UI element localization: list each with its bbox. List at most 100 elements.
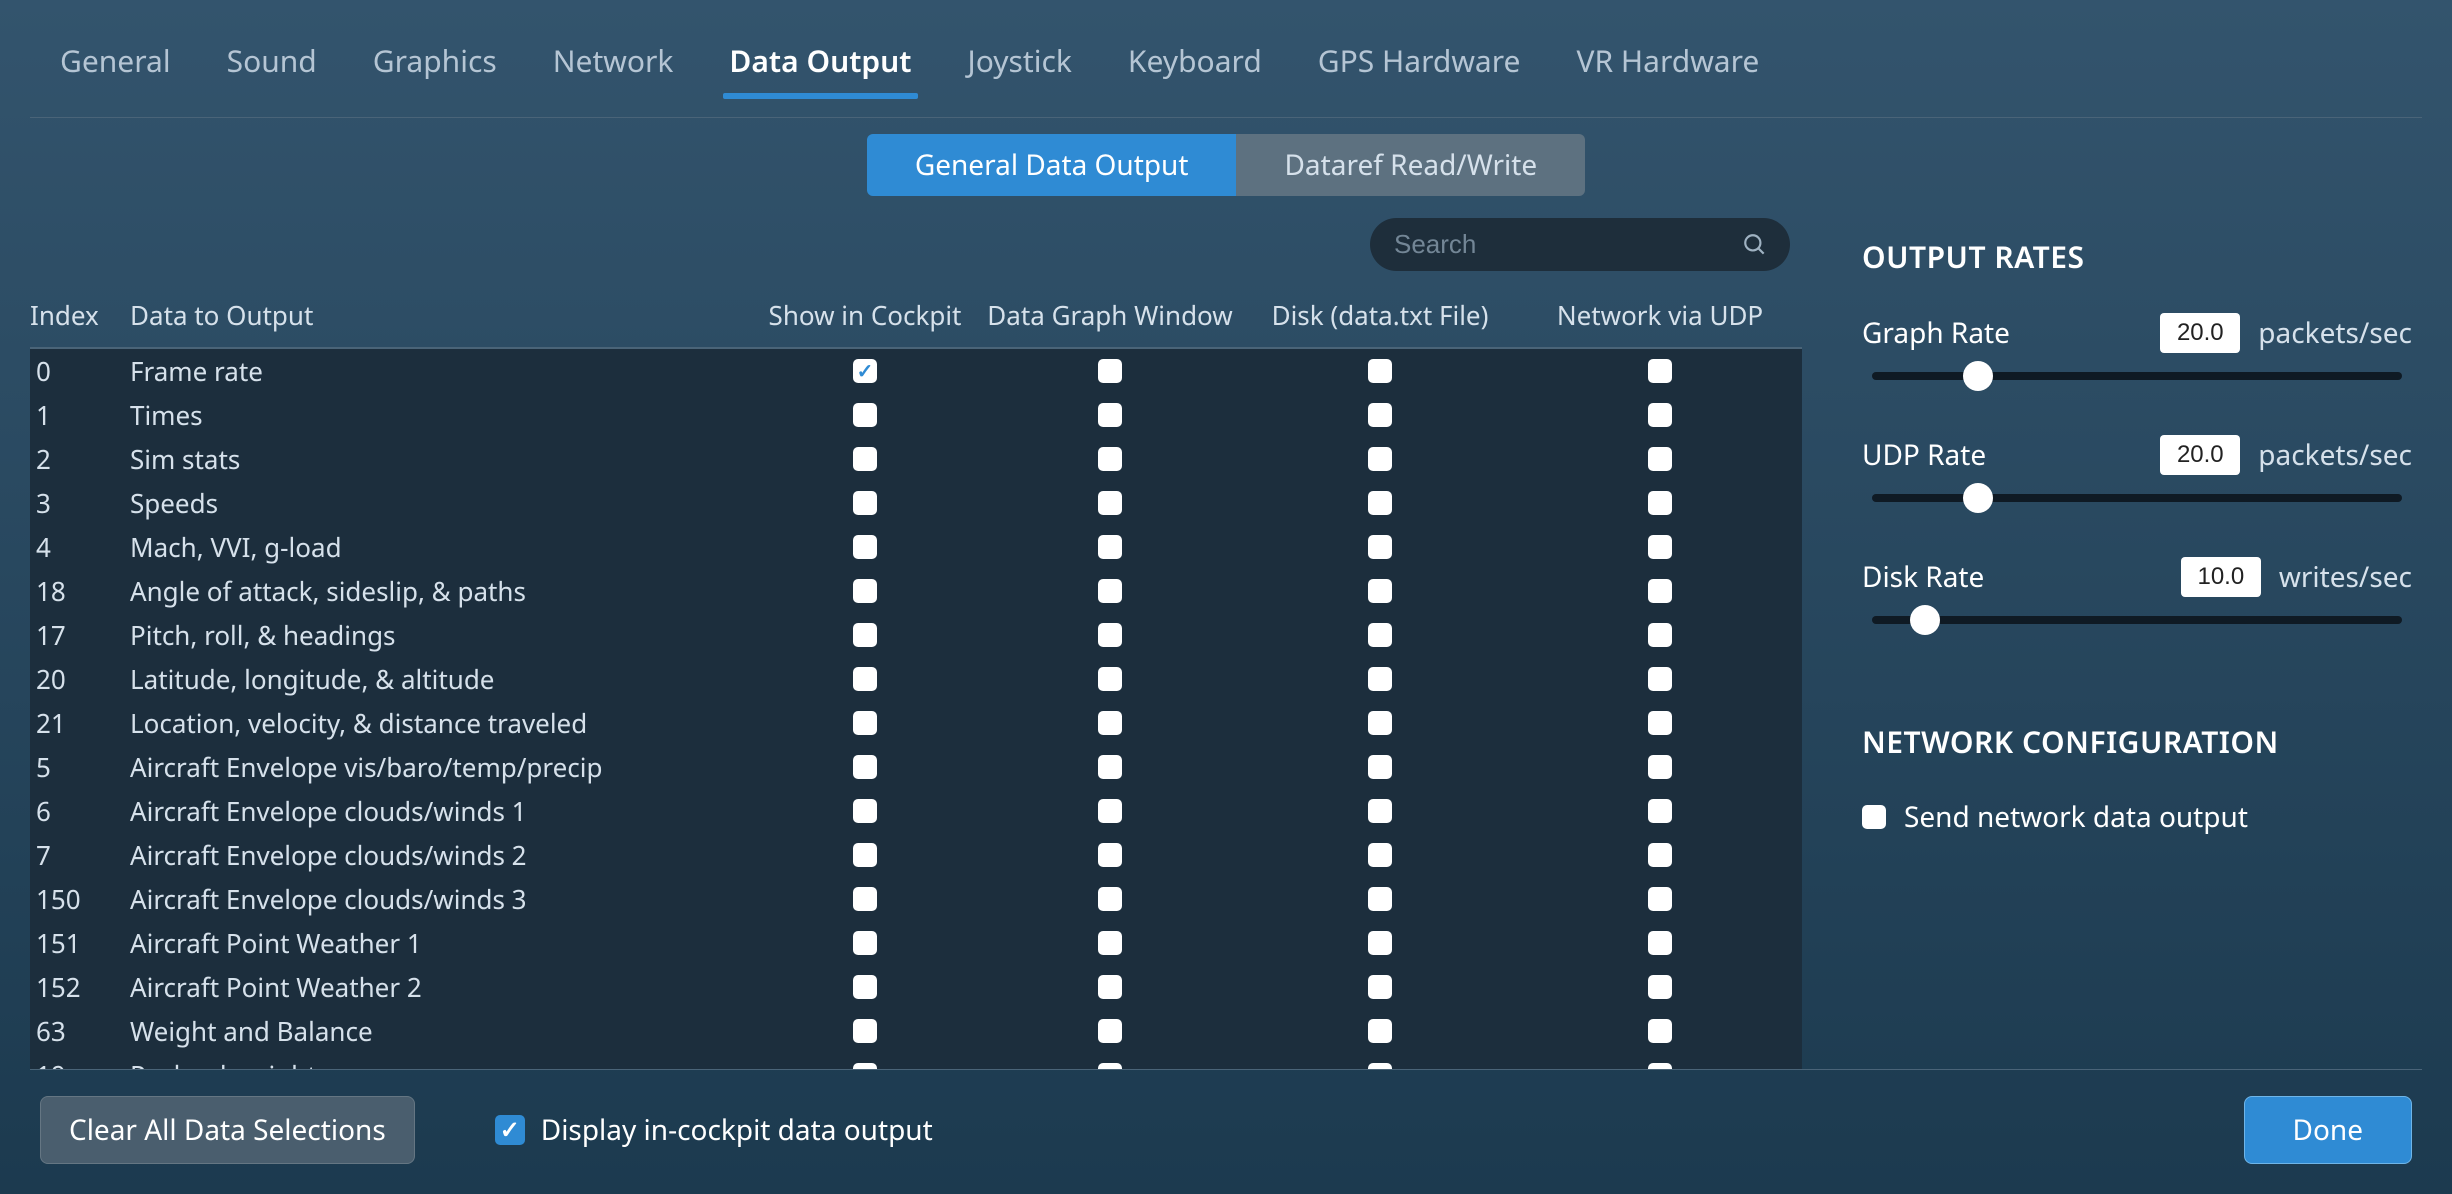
checkbox-cockpit[interactable]	[853, 535, 877, 559]
checkbox-graph[interactable]	[1098, 711, 1122, 735]
checkbox-disk[interactable]	[1368, 491, 1392, 515]
tab-keyboard[interactable]: Keyboard	[1128, 40, 1262, 97]
checkbox-disk[interactable]	[1368, 403, 1392, 427]
graph-rate-input[interactable]	[2160, 313, 2240, 353]
search-input[interactable]	[1392, 228, 1742, 261]
tab-graphics[interactable]: Graphics	[373, 40, 497, 97]
tab-sound[interactable]: Sound	[227, 40, 317, 97]
send-network-data-checkbox[interactable]: Send network data output	[1862, 798, 2412, 836]
checkbox-disk[interactable]	[1368, 755, 1392, 779]
checkbox-graph[interactable]	[1098, 535, 1122, 559]
checkbox-graph[interactable]	[1098, 1063, 1122, 1069]
tab-joystick[interactable]: Joystick	[968, 40, 1072, 97]
checkbox-cockpit[interactable]	[853, 1019, 877, 1043]
checkbox-udp[interactable]	[1648, 447, 1672, 471]
checkbox-graph[interactable]	[1098, 1019, 1122, 1043]
tab-general[interactable]: General	[60, 40, 171, 97]
checkbox-graph[interactable]	[1098, 403, 1122, 427]
disk-rate-input[interactable]	[2181, 557, 2261, 597]
checkbox-cockpit[interactable]	[853, 755, 877, 779]
checkbox-udp[interactable]	[1648, 887, 1672, 911]
output-rates-heading: OUTPUT RATES	[1862, 236, 2412, 277]
checkbox-cockpit[interactable]	[853, 403, 877, 427]
checkbox-cockpit[interactable]	[853, 887, 877, 911]
checkbox-cockpit[interactable]	[853, 667, 877, 691]
checkbox-disk[interactable]	[1368, 667, 1392, 691]
checkbox-udp[interactable]	[1648, 1019, 1672, 1043]
checkbox-graph[interactable]	[1098, 623, 1122, 647]
checkbox-udp[interactable]	[1648, 359, 1672, 383]
checkbox-cockpit[interactable]	[853, 579, 877, 603]
checkbox-cockpit[interactable]	[853, 975, 877, 999]
checkbox-disk[interactable]	[1368, 1063, 1392, 1069]
slider-thumb[interactable]	[1963, 483, 1993, 513]
checkbox-disk[interactable]	[1368, 1019, 1392, 1043]
tab-network[interactable]: Network	[553, 40, 674, 97]
checkbox-disk[interactable]	[1368, 843, 1392, 867]
checkbox-udp[interactable]	[1648, 711, 1672, 735]
checkbox-disk[interactable]	[1368, 799, 1392, 823]
checkbox-disk[interactable]	[1368, 931, 1392, 955]
graph-rate-slider[interactable]	[1872, 365, 2402, 387]
slider-thumb[interactable]	[1910, 605, 1940, 635]
subtab-dataref-read-write[interactable]: Dataref Read/Write	[1236, 134, 1585, 196]
checkbox-graph[interactable]	[1098, 975, 1122, 999]
row-index: 7	[30, 837, 130, 873]
checkbox-cockpit[interactable]	[853, 491, 877, 515]
checkbox-graph[interactable]	[1098, 755, 1122, 779]
tab-gps-hardware[interactable]: GPS Hardware	[1318, 40, 1521, 97]
checkbox-icon[interactable]	[495, 1115, 525, 1145]
checkbox-graph[interactable]	[1098, 799, 1122, 823]
checkbox-udp[interactable]	[1648, 1063, 1672, 1069]
checkbox-udp[interactable]	[1648, 491, 1672, 515]
checkbox-graph[interactable]	[1098, 579, 1122, 603]
checkbox-disk[interactable]	[1368, 975, 1392, 999]
checkbox-graph[interactable]	[1098, 359, 1122, 383]
display-cockpit-checkbox[interactable]: Display in-cockpit data output	[495, 1111, 933, 1149]
checkbox-udp[interactable]	[1648, 623, 1672, 647]
checkbox-icon[interactable]	[1862, 805, 1886, 829]
udp-rate-slider[interactable]	[1872, 487, 2402, 509]
checkbox-disk[interactable]	[1368, 359, 1392, 383]
checkbox-cockpit[interactable]	[853, 711, 877, 735]
clear-all-button[interactable]: Clear All Data Selections	[40, 1096, 415, 1164]
tab-vr-hardware[interactable]: VR Hardware	[1576, 40, 1759, 97]
checkbox-cockpit[interactable]	[853, 843, 877, 867]
checkbox-graph[interactable]	[1098, 931, 1122, 955]
checkbox-graph[interactable]	[1098, 667, 1122, 691]
slider-thumb[interactable]	[1963, 361, 1993, 391]
checkbox-cockpit[interactable]	[853, 359, 877, 383]
disk-rate-slider[interactable]	[1872, 609, 2402, 631]
checkbox-udp[interactable]	[1648, 975, 1672, 999]
udp-rate-input[interactable]	[2160, 435, 2240, 475]
tab-data-output[interactable]: Data Output	[729, 40, 911, 97]
checkbox-cockpit[interactable]	[853, 799, 877, 823]
checkbox-udp[interactable]	[1648, 535, 1672, 559]
checkbox-cockpit[interactable]	[853, 931, 877, 955]
checkbox-disk[interactable]	[1368, 535, 1392, 559]
checkbox-udp[interactable]	[1648, 931, 1672, 955]
checkbox-graph[interactable]	[1098, 843, 1122, 867]
checkbox-disk[interactable]	[1368, 711, 1392, 735]
checkbox-graph[interactable]	[1098, 887, 1122, 911]
checkbox-udp[interactable]	[1648, 755, 1672, 779]
checkbox-disk[interactable]	[1368, 579, 1392, 603]
checkbox-graph[interactable]	[1098, 491, 1122, 515]
checkbox-udp[interactable]	[1648, 403, 1672, 427]
search-box[interactable]	[1370, 218, 1790, 271]
checkbox-udp[interactable]	[1648, 579, 1672, 603]
table-body[interactable]: 0Frame rate1Times2Sim stats3Speeds4Mach,…	[30, 349, 1802, 1069]
subtab-general-data-output[interactable]: General Data Output	[867, 134, 1237, 196]
checkbox-disk[interactable]	[1368, 623, 1392, 647]
done-button[interactable]: Done	[2244, 1096, 2412, 1164]
checkbox-cockpit[interactable]	[853, 623, 877, 647]
checkbox-disk[interactable]	[1368, 447, 1392, 471]
cell-cockpit	[750, 447, 980, 471]
checkbox-cockpit[interactable]	[853, 447, 877, 471]
checkbox-cockpit[interactable]	[853, 1063, 877, 1069]
checkbox-udp[interactable]	[1648, 843, 1672, 867]
checkbox-disk[interactable]	[1368, 887, 1392, 911]
checkbox-graph[interactable]	[1098, 447, 1122, 471]
checkbox-udp[interactable]	[1648, 799, 1672, 823]
checkbox-udp[interactable]	[1648, 667, 1672, 691]
